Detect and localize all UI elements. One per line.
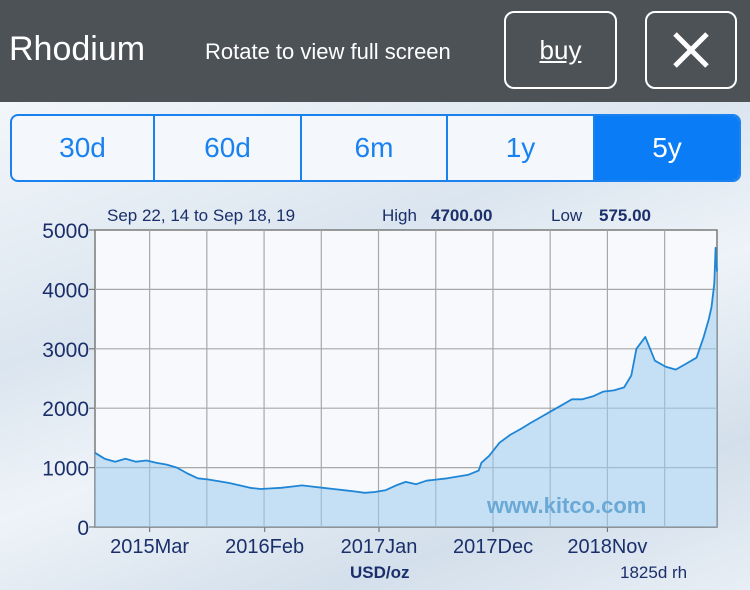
x-tick-label: 2018Nov	[567, 536, 647, 558]
low-value: 575.00	[599, 206, 651, 225]
x-tick-label: 2016Feb	[225, 536, 304, 558]
y-axis: 0 1000 2000 3000 4000 5000	[42, 220, 95, 540]
y-tick-label: 5000	[42, 220, 89, 243]
x-tick-label: 2017Dec	[453, 536, 533, 558]
high-label: High	[382, 206, 417, 225]
x-tick-label: 2015Mar	[110, 536, 189, 558]
y-tick-label: 4000	[42, 279, 89, 302]
x-axis: 2015Mar 2016Feb 2017Jan 2017Dec 2018Nov	[110, 527, 647, 558]
unit-label: USD/oz	[350, 563, 410, 582]
y-tick-label: 1000	[42, 458, 89, 481]
y-tick-label: 0	[77, 517, 89, 540]
high-value: 4700.00	[431, 206, 492, 225]
y-tick-label: 3000	[42, 339, 89, 362]
date-range-label: Sep 22, 14 to Sep 18, 19	[107, 206, 295, 225]
period-note: 1825d rh	[620, 563, 687, 582]
y-tick-label: 2000	[42, 398, 89, 421]
watermark: www.kitco.com	[486, 493, 646, 518]
x-tick-label: 2017Jan	[341, 536, 418, 558]
low-label: Low	[551, 206, 583, 225]
price-chart: Sep 22, 14 to Sep 18, 19 High 4700.00 Lo…	[42, 206, 718, 582]
